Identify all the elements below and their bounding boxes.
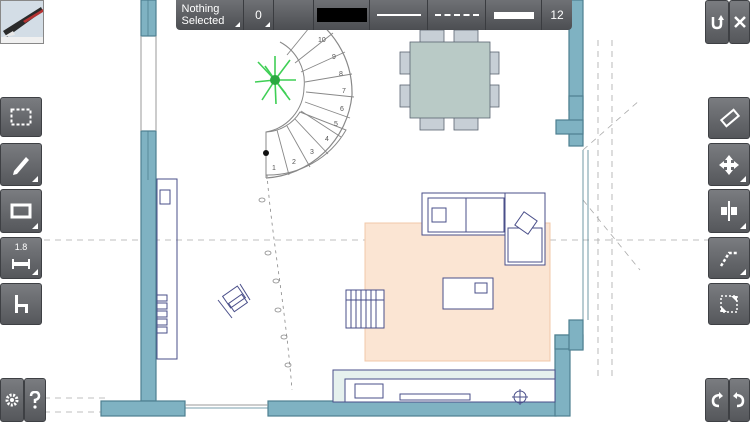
gear-icon xyxy=(5,393,19,407)
stair-start-dot xyxy=(263,150,269,156)
stair-number: 1 xyxy=(272,165,276,172)
angle-value: 0 xyxy=(255,8,262,22)
help-button[interactable] xyxy=(24,378,46,422)
undo-button[interactable] xyxy=(705,0,729,44)
rotate-left-button[interactable] xyxy=(705,378,729,422)
dimension-icon xyxy=(12,259,30,269)
furniture-tool-button[interactable] xyxy=(0,283,42,325)
rotate-right-icon xyxy=(732,392,744,408)
pencil-tool-button[interactable] xyxy=(0,143,42,186)
dimension-tool-button[interactable]: 1.8 xyxy=(0,237,42,279)
dimension-options-indicator xyxy=(32,269,38,275)
dining-table[interactable] xyxy=(399,29,500,131)
selection-status-line1: Nothing xyxy=(181,3,220,15)
undo-icon xyxy=(711,15,724,30)
app-thumbnail-button[interactable] xyxy=(0,0,44,44)
selection-dropdown-icon xyxy=(235,22,240,27)
line-width-button[interactable]: 12 xyxy=(542,0,572,30)
fill-color-button[interactable] xyxy=(314,0,370,30)
move-tool-button[interactable] xyxy=(708,143,750,186)
kitchen-counter[interactable] xyxy=(332,369,556,405)
selection-status[interactable]: Nothing Selected xyxy=(176,0,244,30)
rotate-right-button[interactable] xyxy=(729,378,750,422)
stair-number: 9 xyxy=(332,54,336,61)
line-width-value: 12 xyxy=(550,8,564,22)
potted-plant[interactable] xyxy=(254,56,296,105)
marquee-icon xyxy=(10,108,32,126)
stair-number: 10 xyxy=(318,37,326,44)
door-gaps xyxy=(140,36,268,406)
office-chair[interactable] xyxy=(217,283,251,319)
armchair-grid[interactable] xyxy=(345,289,385,329)
spiral-staircase[interactable]: 1 2 3 4 5 6 7 8 9 10 xyxy=(263,9,355,179)
stair-number: 8 xyxy=(339,71,343,78)
chair-icon xyxy=(15,295,28,313)
stair-number: 7 xyxy=(342,88,346,95)
fill-color-swatch xyxy=(316,8,367,22)
thick-line-icon xyxy=(493,11,534,19)
stair-number: 4 xyxy=(325,136,329,143)
side-cabinet[interactable] xyxy=(156,178,178,360)
snap-icon xyxy=(719,251,738,267)
coffee-table[interactable] xyxy=(442,277,494,310)
layer-transparent-button[interactable] xyxy=(274,0,314,30)
dimension-value: 1.8 xyxy=(14,242,28,252)
floor-plan-canvas[interactable]: 1 2 3 4 5 6 7 8 9 10 xyxy=(0,0,750,422)
top-toolbar: Nothing Selected 0 12 xyxy=(176,0,572,30)
pencil-options-indicator xyxy=(32,176,38,182)
rectangle-options-indicator xyxy=(32,223,38,229)
selection-status-line2: Selected xyxy=(181,15,225,27)
align-tool-button[interactable] xyxy=(708,189,750,233)
move-options-indicator xyxy=(740,176,746,182)
select-tool-button[interactable] xyxy=(0,97,42,137)
rotate-left-icon xyxy=(711,392,723,408)
app-screen: 1 2 3 4 5 6 7 8 9 10 Nothing Selected 0 … xyxy=(0,0,750,422)
rectangle-tool-button[interactable] xyxy=(0,189,42,233)
solid-line-style-button[interactable] xyxy=(370,0,428,30)
dashed-line-style-button[interactable] xyxy=(428,0,486,30)
stair-number: 6 xyxy=(340,106,344,113)
settings-button[interactable] xyxy=(0,378,24,422)
angle-dropdown-icon xyxy=(265,22,270,27)
rectangle-icon xyxy=(10,203,32,219)
resize-tool-button[interactable] xyxy=(708,283,750,325)
align-options-indicator xyxy=(740,223,746,229)
dashed-line-icon xyxy=(434,14,479,16)
pencil-icon xyxy=(13,156,29,175)
stair-number: 2 xyxy=(292,159,296,166)
close-icon xyxy=(733,16,746,28)
move-icon xyxy=(719,154,739,175)
walking-path xyxy=(258,159,293,391)
close-button[interactable] xyxy=(729,0,750,44)
resize-icon xyxy=(720,295,738,313)
eraser-tool-button[interactable] xyxy=(708,97,750,139)
stair-number: 3 xyxy=(310,149,314,156)
question-icon xyxy=(29,391,41,409)
line-thickness-button[interactable] xyxy=(486,0,542,30)
pen-drawing-thumbnail-icon xyxy=(1,1,43,43)
stair-number: 5 xyxy=(334,121,338,128)
snap-options-indicator xyxy=(740,269,746,275)
align-icon xyxy=(721,201,737,221)
eraser-icon xyxy=(719,108,740,128)
solid-line-icon xyxy=(376,14,421,16)
snap-tool-button[interactable] xyxy=(708,237,750,279)
angle-button[interactable]: 0 xyxy=(244,0,274,30)
